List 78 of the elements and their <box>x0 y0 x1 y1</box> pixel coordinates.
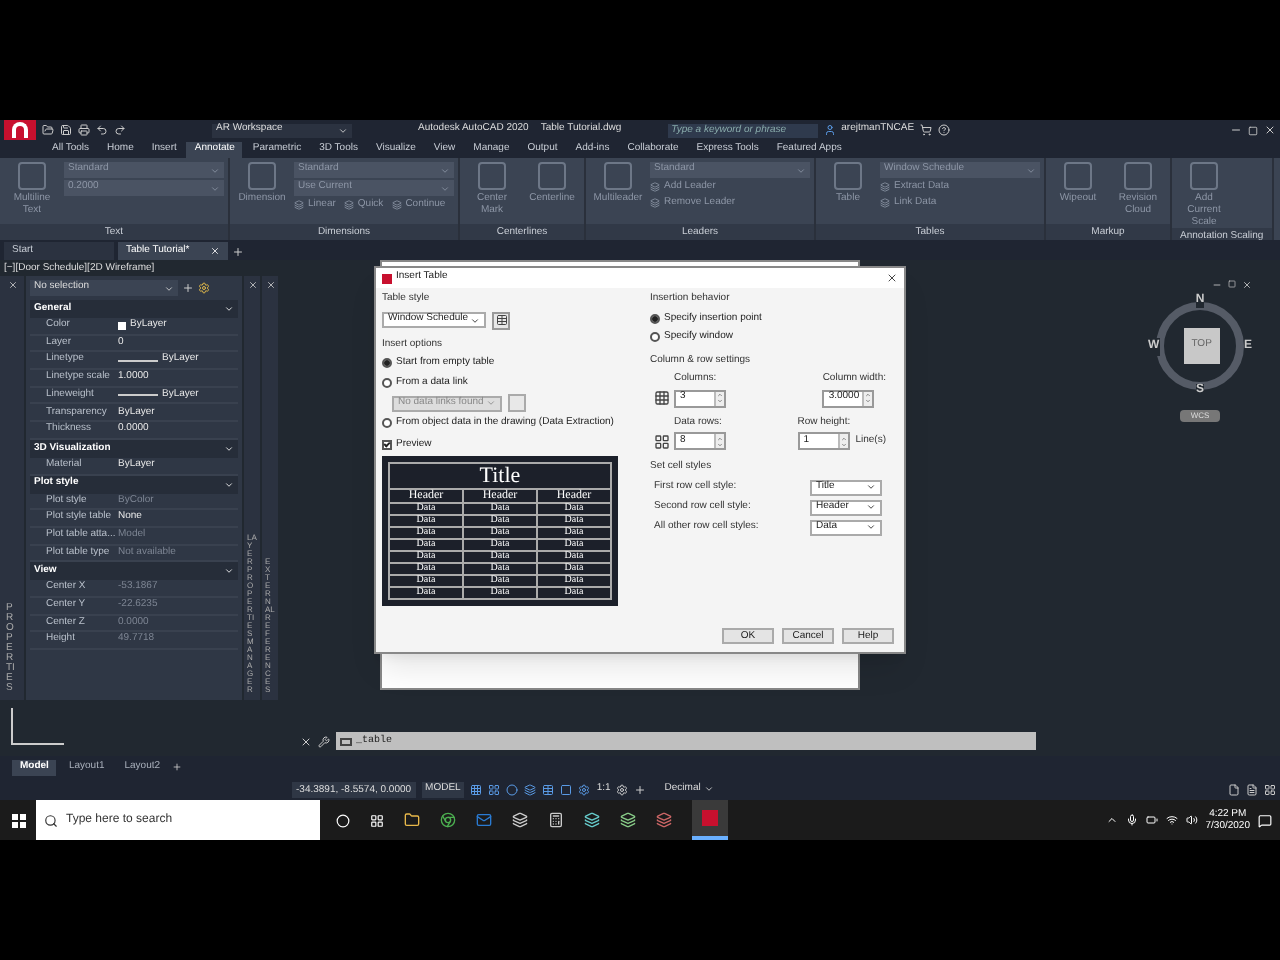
minimize-icon[interactable] <box>1230 124 1242 136</box>
table-style-button[interactable] <box>492 311 510 329</box>
help-icon[interactable] <box>938 124 951 136</box>
windows-logo-icon <box>11 813 25 827</box>
save-icon[interactable] <box>60 124 72 136</box>
user-icon <box>823 124 836 136</box>
app-icon[interactable] <box>512 812 528 828</box>
tool-icon <box>880 198 890 208</box>
tool-icon <box>604 162 632 190</box>
app-logo-icon <box>382 273 392 283</box>
tool-icon <box>880 182 890 192</box>
undo-icon[interactable] <box>96 124 108 136</box>
spinner-arrows-icon <box>714 434 724 448</box>
tool-icon <box>1124 162 1152 190</box>
tool-icon <box>343 200 354 210</box>
tool-icon <box>478 162 506 190</box>
folder-icon[interactable] <box>404 812 420 828</box>
settings-icon[interactable] <box>616 783 629 795</box>
restore-icon[interactable] <box>1228 280 1236 288</box>
tool-icon <box>834 162 862 190</box>
tool-icon <box>650 182 660 192</box>
cart-icon[interactable] <box>920 124 933 136</box>
volume-icon[interactable] <box>1185 814 1198 826</box>
browser-icon[interactable] <box>440 812 456 828</box>
network-icon[interactable] <box>1165 814 1178 826</box>
task-view-icon[interactable] <box>370 813 384 827</box>
microphone-icon[interactable] <box>1125 814 1138 826</box>
status-tool-icon[interactable] <box>542 783 555 795</box>
status-tool-icon[interactable] <box>1228 783 1240 795</box>
new-layout-icon[interactable] <box>172 762 183 772</box>
status-tool-icon[interactable] <box>560 783 573 795</box>
tool-icon <box>650 198 660 208</box>
redo-icon[interactable] <box>114 124 126 136</box>
tool-icon <box>248 162 276 190</box>
spinner-arrows-icon <box>837 434 848 448</box>
notifications-icon[interactable] <box>1258 813 1272 827</box>
ucs-axis-icon <box>8 708 68 748</box>
app-logo-icon <box>702 810 718 826</box>
rows-icon <box>654 433 670 449</box>
new-tab-icon[interactable] <box>232 246 244 258</box>
spinner-arrows-icon <box>714 391 724 405</box>
status-tool-icon[interactable] <box>488 783 501 795</box>
app-menu-button[interactable] <box>4 120 36 140</box>
status-tool-icon[interactable] <box>578 783 591 795</box>
maximize-icon[interactable] <box>1248 125 1258 135</box>
tool-icon <box>294 200 304 210</box>
app-icon[interactable] <box>656 812 672 828</box>
status-tool-icon[interactable] <box>470 783 483 795</box>
status-tool-icon[interactable] <box>1246 783 1258 795</box>
command-icon <box>340 737 352 745</box>
plus-icon[interactable] <box>634 783 647 795</box>
cortana-icon[interactable] <box>336 813 350 827</box>
cad-app-button[interactable] <box>692 800 728 840</box>
print-icon[interactable] <box>78 124 90 136</box>
status-tool-icon[interactable] <box>1264 783 1276 795</box>
tool-icon <box>18 162 46 190</box>
tool-icon <box>391 200 402 210</box>
data-link-icon <box>508 394 526 412</box>
tool-icon <box>1064 162 1092 190</box>
open-icon[interactable] <box>42 124 54 136</box>
calculator-icon[interactable] <box>548 812 564 828</box>
spinner-arrows-icon <box>862 391 873 405</box>
quick-select-icon[interactable] <box>198 282 210 294</box>
minimize-icon[interactable] <box>1212 280 1222 290</box>
customize-icon[interactable] <box>318 735 330 747</box>
app-icon[interactable] <box>620 812 636 828</box>
tool-icon <box>538 162 566 190</box>
select-icon[interactable] <box>182 282 194 294</box>
tool-icon <box>1190 162 1218 190</box>
tray-expand-icon[interactable] <box>1105 814 1118 826</box>
app-icon[interactable] <box>584 812 600 828</box>
preview-title: Title <box>389 463 611 489</box>
battery-icon[interactable] <box>1145 814 1158 826</box>
columns-icon <box>654 390 670 406</box>
status-tool-icon[interactable] <box>524 783 537 795</box>
search-icon <box>44 813 58 827</box>
mail-icon[interactable] <box>476 812 492 828</box>
close-icon[interactable] <box>886 272 898 284</box>
